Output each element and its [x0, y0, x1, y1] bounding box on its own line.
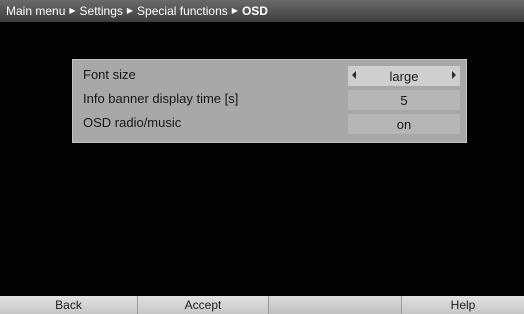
osd-radio-music-label: OSD radio/music — [83, 115, 182, 130]
breadcrumb-separator-icon: ▶ — [69, 5, 76, 15]
info-banner-time-label: Info banner display time [s] — [83, 91, 239, 106]
font-size-value: large — [389, 68, 419, 84]
breadcrumb-main-menu[interactable]: Main menu — [6, 4, 65, 18]
triangle-right-icon[interactable] — [452, 71, 456, 79]
setting-row-info-banner-time[interactable]: Info banner display time [s] 5 — [73, 89, 466, 111]
breadcrumb-separator-icon: ▶ — [126, 5, 134, 15]
help-button[interactable]: Help — [402, 296, 524, 314]
back-button[interactable]: Back — [0, 296, 138, 314]
blank-function-button[interactable] — [269, 296, 402, 314]
font-size-selector[interactable]: large — [348, 66, 460, 86]
accept-button[interactable]: Accept — [138, 296, 269, 314]
info-banner-time-value[interactable]: 5 — [348, 90, 460, 110]
function-key-bar: Back Accept Help — [0, 296, 524, 314]
breadcrumb-special-functions[interactable]: Special functions — [137, 4, 228, 18]
osd-settings-screen: Main menu ▶ Settings ▶ Special functions… — [0, 0, 524, 314]
breadcrumb-osd: OSD — [241, 4, 268, 18]
osd-settings-panel: Font size large Info banner display time… — [72, 59, 467, 143]
breadcrumb-settings[interactable]: Settings — [80, 4, 123, 18]
breadcrumb: Main menu ▶ Settings ▶ Special functions… — [0, 0, 524, 22]
font-size-label: Font size — [83, 67, 136, 82]
osd-radio-music-value[interactable]: on — [348, 114, 460, 134]
triangle-left-icon[interactable] — [352, 71, 356, 79]
setting-row-font-size[interactable]: Font size large — [73, 65, 466, 87]
breadcrumb-separator-icon: ▶ — [231, 5, 238, 15]
setting-row-osd-radio-music[interactable]: OSD radio/music on — [73, 113, 466, 135]
